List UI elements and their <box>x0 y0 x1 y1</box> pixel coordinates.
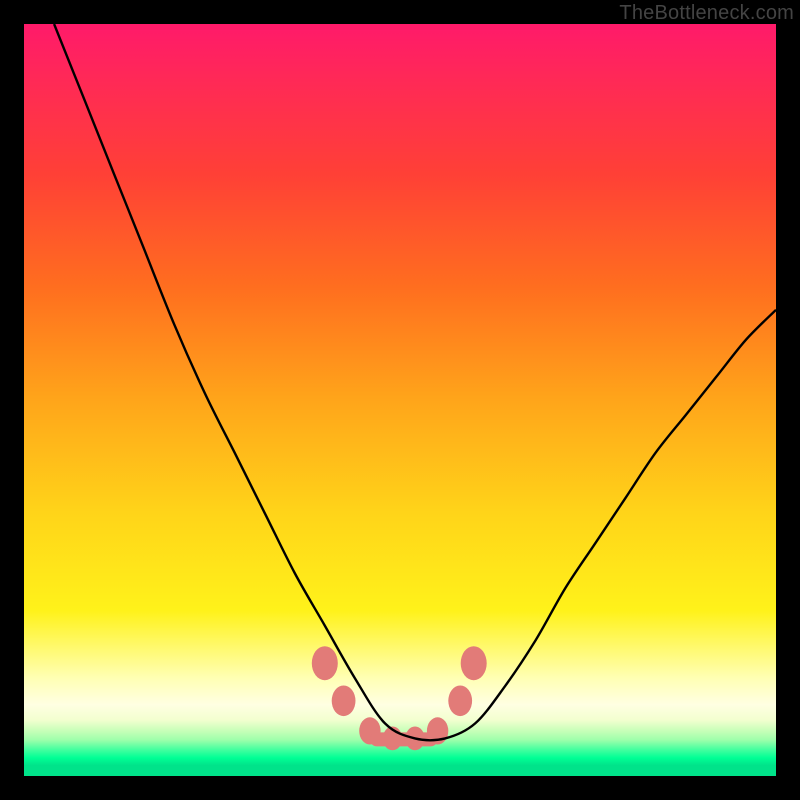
marker-blob <box>461 646 487 680</box>
marker-blob <box>332 686 356 717</box>
bottleneck-curve <box>54 24 776 740</box>
chart-frame: TheBottleneck.com <box>0 0 800 800</box>
watermark-text: TheBottleneck.com <box>619 2 794 25</box>
marker-blob <box>448 686 472 717</box>
chart-svg <box>24 24 776 776</box>
marker-blob <box>312 646 338 680</box>
plot-area <box>24 24 776 776</box>
